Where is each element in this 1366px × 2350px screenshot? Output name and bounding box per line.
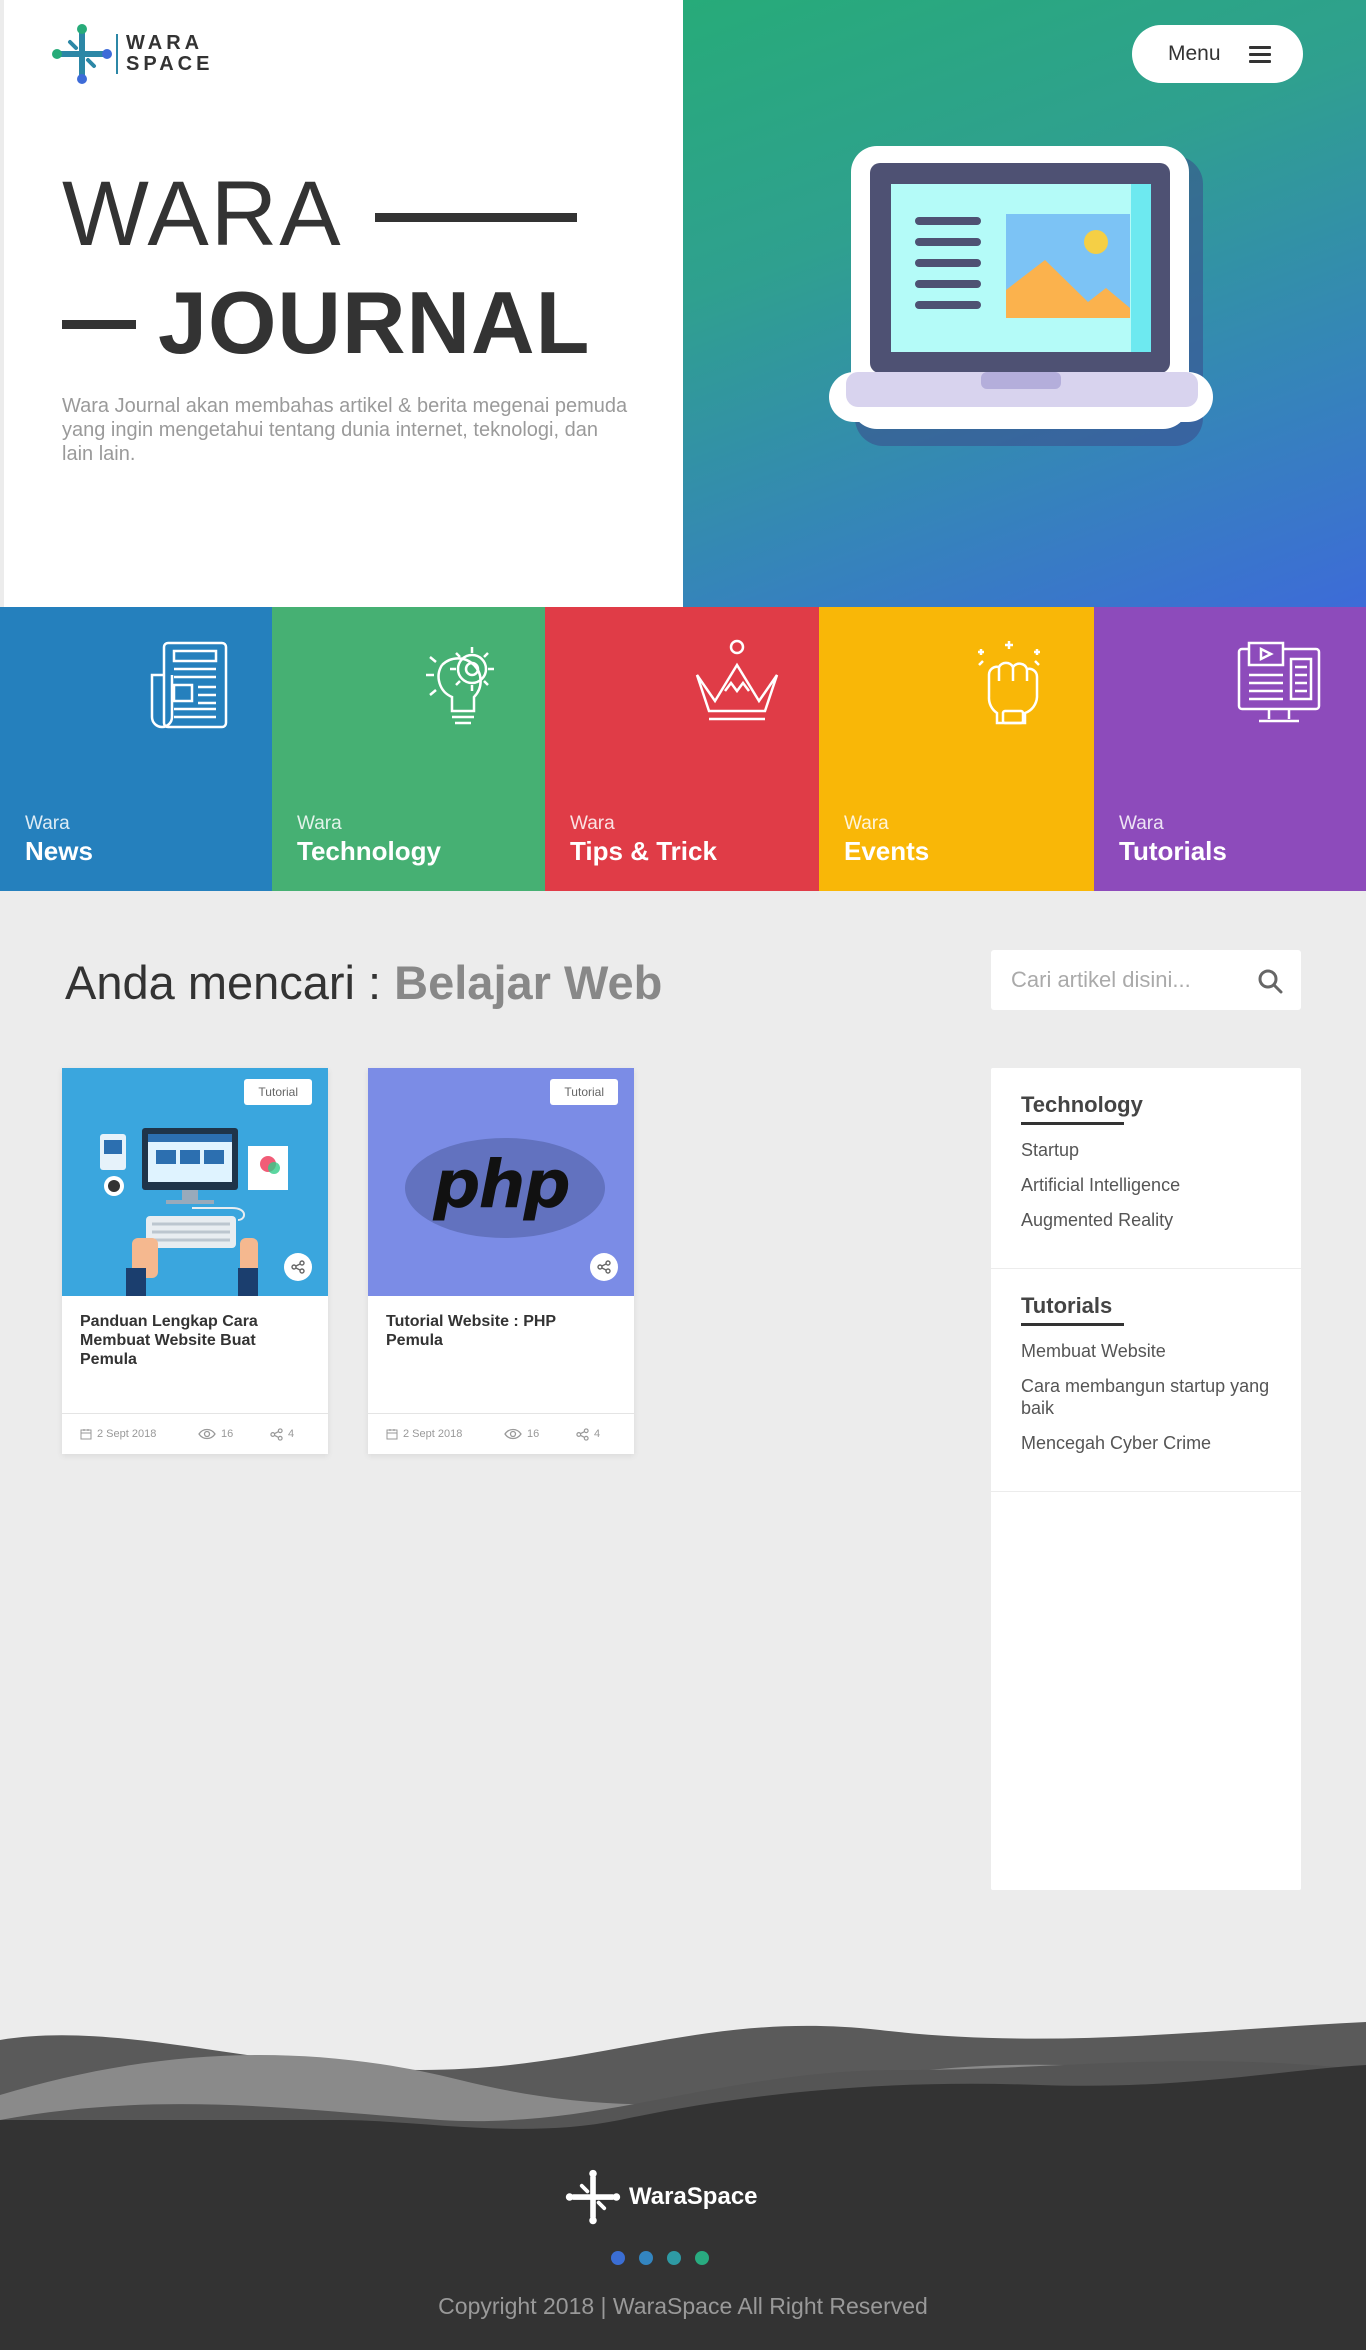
article-views: 16 bbox=[504, 1428, 576, 1440]
search-results-heading: Anda mencari : Belajar Web bbox=[65, 955, 662, 1010]
category-technology[interactable]: Wara Technology bbox=[272, 607, 545, 891]
php-logo-text: php bbox=[433, 1146, 570, 1223]
footer-logo[interactable]: WaraSpace bbox=[563, 2166, 758, 2228]
article-title[interactable]: Tutorial Website : PHP Pemula bbox=[386, 1312, 616, 1350]
logo-text-line2: SPACE bbox=[126, 53, 214, 75]
footer-dot bbox=[667, 2251, 681, 2265]
logo-divider bbox=[116, 34, 118, 74]
newspaper-icon bbox=[150, 641, 228, 729]
calendar-icon bbox=[386, 1429, 398, 1440]
share-icon bbox=[291, 1260, 305, 1274]
logo-text-line1: WARA bbox=[126, 32, 204, 54]
search-heading-term: Belajar Web bbox=[394, 956, 663, 1009]
article-meta: 2 Sept 2018 16 4 bbox=[368, 1413, 634, 1454]
category-technology-label: Technology bbox=[297, 836, 441, 866]
footer-dot bbox=[695, 2251, 709, 2265]
hero-title-dash-right bbox=[375, 213, 577, 222]
calendar-icon bbox=[80, 1429, 92, 1440]
article-tag: Tutorial bbox=[550, 1079, 618, 1105]
footer-logo-icon bbox=[565, 2169, 621, 2225]
share-count-icon bbox=[270, 1427, 283, 1441]
hero-title-line2: JOURNAL bbox=[158, 273, 591, 372]
sidebar-heading-underline bbox=[1021, 1323, 1124, 1326]
share-button[interactable] bbox=[590, 1253, 618, 1281]
sidebar-link[interactable]: Mencegah Cyber Crime bbox=[1021, 1432, 1271, 1454]
footer-dot bbox=[639, 2251, 653, 2265]
article-card[interactable]: Tutorial Panduan Lengkap Cara Membuat We… bbox=[62, 1068, 328, 1454]
article-views-count: 16 bbox=[221, 1428, 234, 1440]
hamburger-icon bbox=[1249, 46, 1271, 63]
article-date: 2 Sept 2018 bbox=[80, 1428, 198, 1440]
share-icon bbox=[597, 1260, 611, 1274]
share-count-icon bbox=[576, 1427, 589, 1441]
article-views-count: 16 bbox=[527, 1428, 540, 1440]
laptop-illustration bbox=[829, 146, 1213, 446]
article-thumbnail: Tutorial bbox=[62, 1068, 328, 1296]
logo-text: WARA SPACE bbox=[126, 33, 213, 75]
category-tips-trick[interactable]: Wara Tips & Trick bbox=[545, 607, 819, 891]
sidebar-heading-underline bbox=[1021, 1122, 1124, 1125]
search-input[interactable] bbox=[991, 950, 1241, 1010]
article-thumbnail: php Tutorial bbox=[368, 1068, 634, 1296]
category-strip-cards: Wara News Wara Technology Wara Tips & Tr… bbox=[0, 607, 1366, 891]
category-news-label: News bbox=[25, 836, 93, 866]
search-box bbox=[991, 950, 1301, 1010]
hero-title-dash-left bbox=[62, 320, 136, 329]
sidebar-heading: Tutorials bbox=[1021, 1293, 1113, 1318]
article-date-text: 2 Sept 2018 bbox=[403, 1428, 463, 1440]
hero-section: WARA SPACE WARA JOURNAL Wara Journal aka… bbox=[0, 0, 1366, 607]
logo[interactable]: WARA SPACE bbox=[50, 22, 213, 86]
search-heading-prefix: Anda mencari : bbox=[65, 956, 395, 1009]
monitor-icon bbox=[1237, 641, 1321, 723]
category-events[interactable]: Wara Events bbox=[819, 607, 1094, 891]
category-news[interactable]: Wara News bbox=[0, 607, 272, 891]
sidebar-section-technology: Technology Startup Artificial Intelligen… bbox=[991, 1068, 1301, 1269]
article-title[interactable]: Panduan Lengkap Cara Membuat Website Bua… bbox=[80, 1312, 310, 1369]
article-shares-count: 4 bbox=[594, 1428, 601, 1440]
sidebar-link[interactable]: Artificial Intelligence bbox=[1021, 1174, 1271, 1196]
menu-button[interactable]: Menu bbox=[1132, 25, 1303, 83]
article-views: 16 bbox=[198, 1428, 270, 1440]
eye-icon bbox=[198, 1428, 216, 1440]
idea-gear-icon bbox=[426, 647, 494, 725]
category-tips-trick-prefix: Wara bbox=[570, 813, 615, 834]
sidebar: Technology Startup Artificial Intelligen… bbox=[991, 1068, 1301, 1890]
hero-title-line1: WARA bbox=[62, 163, 343, 265]
sidebar-link[interactable]: Augmented Reality bbox=[1021, 1209, 1271, 1231]
menu-label: Menu bbox=[1168, 42, 1221, 65]
sidebar-link[interactable]: Startup bbox=[1021, 1139, 1271, 1161]
search-icon[interactable] bbox=[1257, 968, 1283, 994]
category-tips-trick-label: Tips & Trick bbox=[570, 836, 717, 866]
crown-icon bbox=[695, 639, 779, 721]
article-date-text: 2 Sept 2018 bbox=[97, 1428, 157, 1440]
eye-icon bbox=[504, 1428, 522, 1440]
article-tag: Tutorial bbox=[244, 1079, 312, 1105]
article-meta: 2 Sept 2018 16 4 bbox=[62, 1413, 328, 1454]
category-tutorials[interactable]: Wara Tutorials bbox=[1094, 607, 1366, 891]
article-shares: 4 bbox=[270, 1427, 295, 1441]
article-card[interactable]: php Tutorial Tutorial Website : PHP Pemu… bbox=[368, 1068, 634, 1454]
category-tutorials-prefix: Wara bbox=[1119, 813, 1164, 834]
share-button[interactable] bbox=[284, 1253, 312, 1281]
sidebar-link[interactable]: Membuat Website bbox=[1021, 1340, 1271, 1362]
article-shares: 4 bbox=[576, 1427, 601, 1441]
waraspace-logo-icon bbox=[52, 24, 112, 84]
article-shares-count: 4 bbox=[288, 1428, 295, 1440]
sidebar-section-tutorials: Tutorials Membuat Website Cara membangun… bbox=[991, 1269, 1301, 1492]
footer-dot bbox=[611, 2251, 625, 2265]
copyright-text: Copyright 2018 | WaraSpace All Right Res… bbox=[438, 2293, 928, 2319]
category-technology-prefix: Wara bbox=[297, 813, 342, 834]
sidebar-heading: Technology bbox=[1021, 1092, 1143, 1117]
article-date: 2 Sept 2018 bbox=[386, 1428, 504, 1440]
sidebar-link[interactable]: Cara membangun startup yang baik bbox=[1021, 1375, 1271, 1419]
hero-description: Wara Journal akan membahas artikel & ber… bbox=[62, 395, 628, 465]
fist-icon bbox=[978, 641, 1040, 725]
footer-brand: WaraSpace bbox=[629, 2183, 758, 2210]
footer-dots bbox=[611, 2251, 709, 2265]
category-news-prefix: Wara bbox=[25, 813, 70, 834]
category-events-prefix: Wara bbox=[844, 813, 889, 834]
category-tutorials-label: Tutorials bbox=[1119, 836, 1227, 866]
category-events-label: Events bbox=[844, 836, 930, 866]
